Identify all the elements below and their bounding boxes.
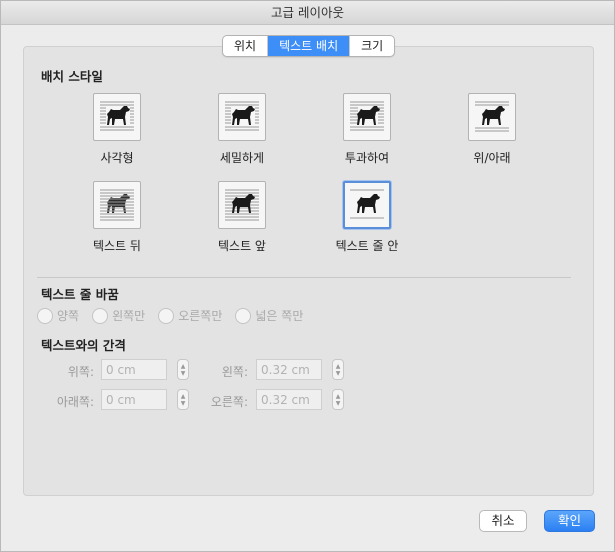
wrap-option-label: 텍스트 앞 (218, 239, 266, 253)
ok-button[interactable]: 확인 (544, 510, 595, 532)
wrap-option-through[interactable]: 투과하여 (312, 93, 422, 166)
distance-left-label: 왼쪽: (221, 365, 248, 379)
window-title: 고급 레이아웃 (1, 1, 614, 25)
wrap-option-label: 위/아래 (473, 151, 511, 165)
radio-label: 넓은 쪽만 (255, 309, 304, 323)
wrap-option-label: 텍스트 줄 안 (335, 239, 399, 253)
wrap-text-radio-group: 양쪽 왼쪽만 오른쪽만 넓은 쪽만 (37, 307, 316, 324)
cancel-button[interactable]: 취소 (479, 510, 527, 532)
radio-left-only[interactable]: 왼쪽만 (92, 307, 145, 324)
chevron-down-icon: ▼ (180, 399, 186, 407)
chevron-down-icon: ▼ (335, 399, 341, 407)
radio-both-sides[interactable]: 양쪽 (37, 307, 79, 324)
wrap-option-inline[interactable]: 텍스트 줄 안 (312, 181, 422, 254)
dog-glyph (232, 106, 255, 125)
dog-in-front-text-icon[interactable] (218, 181, 266, 229)
dog-glyph (107, 106, 130, 125)
dog-behind-text-icon-svg (100, 189, 134, 221)
wrap-option-label: 사각형 (100, 151, 134, 165)
chevron-up-icon: ▲ (180, 392, 186, 400)
wrap-option-top-bottom[interactable]: 위/아래 (437, 93, 547, 166)
section-divider (37, 277, 571, 278)
chevron-up-icon: ▲ (180, 362, 186, 370)
dog-glyph (357, 194, 380, 213)
wrap-option-in-front-of-text[interactable]: 텍스트 앞 (187, 181, 297, 254)
distance-left-input[interactable] (256, 359, 322, 380)
tab-size[interactable]: 크기 (350, 36, 394, 56)
wrap-option-tight[interactable]: 세밀하게 (187, 93, 297, 166)
radio-label: 양쪽 (57, 309, 80, 323)
chevron-down-icon: ▼ (335, 369, 341, 377)
radio-circle-icon (158, 307, 175, 324)
dog-glyph (232, 194, 255, 213)
dog-top-bottom-wrap-icon[interactable] (468, 93, 516, 141)
radio-label: 오른쪽만 (178, 309, 223, 323)
tab-position[interactable]: 위치 (223, 36, 269, 56)
distance-top-label: 위쪽: (67, 365, 94, 379)
dog-inline-text-icon-svg (350, 189, 384, 219)
wrapping-style-title: 배치 스타일 (41, 69, 103, 84)
chevron-up-icon: ▲ (335, 362, 341, 370)
distance-bottom-input[interactable] (101, 389, 167, 410)
dog-square-wrap-icon-svg (100, 101, 134, 131)
radio-circle-icon (92, 307, 109, 324)
dog-square-wrap-icon[interactable] (93, 93, 141, 141)
distance-title: 텍스트와의 간격 (41, 338, 126, 353)
radio-largest-only[interactable]: 넓은 쪽만 (235, 307, 303, 324)
distance-right-stepper[interactable]: ▲ ▼ (332, 389, 344, 410)
chevron-down-icon: ▼ (180, 369, 186, 377)
distance-top-input[interactable] (101, 359, 167, 380)
wrap-option-square[interactable]: 사각형 (62, 93, 172, 166)
distance-right-label: 오른쪽: (210, 395, 248, 409)
wrap-option-label: 투과하여 (344, 151, 390, 165)
distance-left-stepper[interactable]: ▲ ▼ (332, 359, 344, 380)
tab-bar: 위치 텍스트 배치 크기 (222, 35, 396, 57)
wrap-option-behind-text[interactable]: 텍스트 뒤 (62, 181, 172, 254)
advanced-layout-dialog: 고급 레이아웃 위치 텍스트 배치 크기 배치 스타일 사각형 세밀하게 투과하… (0, 0, 615, 552)
radio-right-only[interactable]: 오른쪽만 (158, 307, 222, 324)
dog-tight-wrap-icon[interactable] (218, 93, 266, 141)
dog-behind-text-icon[interactable] (93, 181, 141, 229)
dog-glyph (107, 194, 130, 213)
dog-inline-text-icon[interactable] (343, 181, 391, 229)
tab-text-wrapping[interactable]: 텍스트 배치 (268, 36, 351, 56)
dog-in-front-text-icon-svg (225, 189, 259, 221)
radio-label: 왼쪽만 (112, 309, 146, 323)
dog-through-wrap-icon-svg (350, 101, 384, 131)
wrap-text-title: 텍스트 줄 바꿈 (41, 287, 119, 302)
dog-tight-wrap-icon-svg (225, 101, 259, 131)
dog-glyph (357, 106, 380, 125)
distance-right-input[interactable] (256, 389, 322, 410)
radio-circle-icon (235, 307, 252, 324)
dog-top-bottom-wrap-icon-svg (475, 101, 509, 132)
wrap-option-label: 세밀하게 (219, 151, 265, 165)
distance-bottom-label: 아래쪽: (56, 395, 94, 409)
dog-through-wrap-icon[interactable] (343, 93, 391, 141)
wrap-option-label: 텍스트 뒤 (93, 239, 141, 253)
radio-circle-icon (37, 307, 53, 324)
chevron-up-icon: ▲ (335, 392, 341, 400)
dog-glyph (482, 106, 505, 125)
